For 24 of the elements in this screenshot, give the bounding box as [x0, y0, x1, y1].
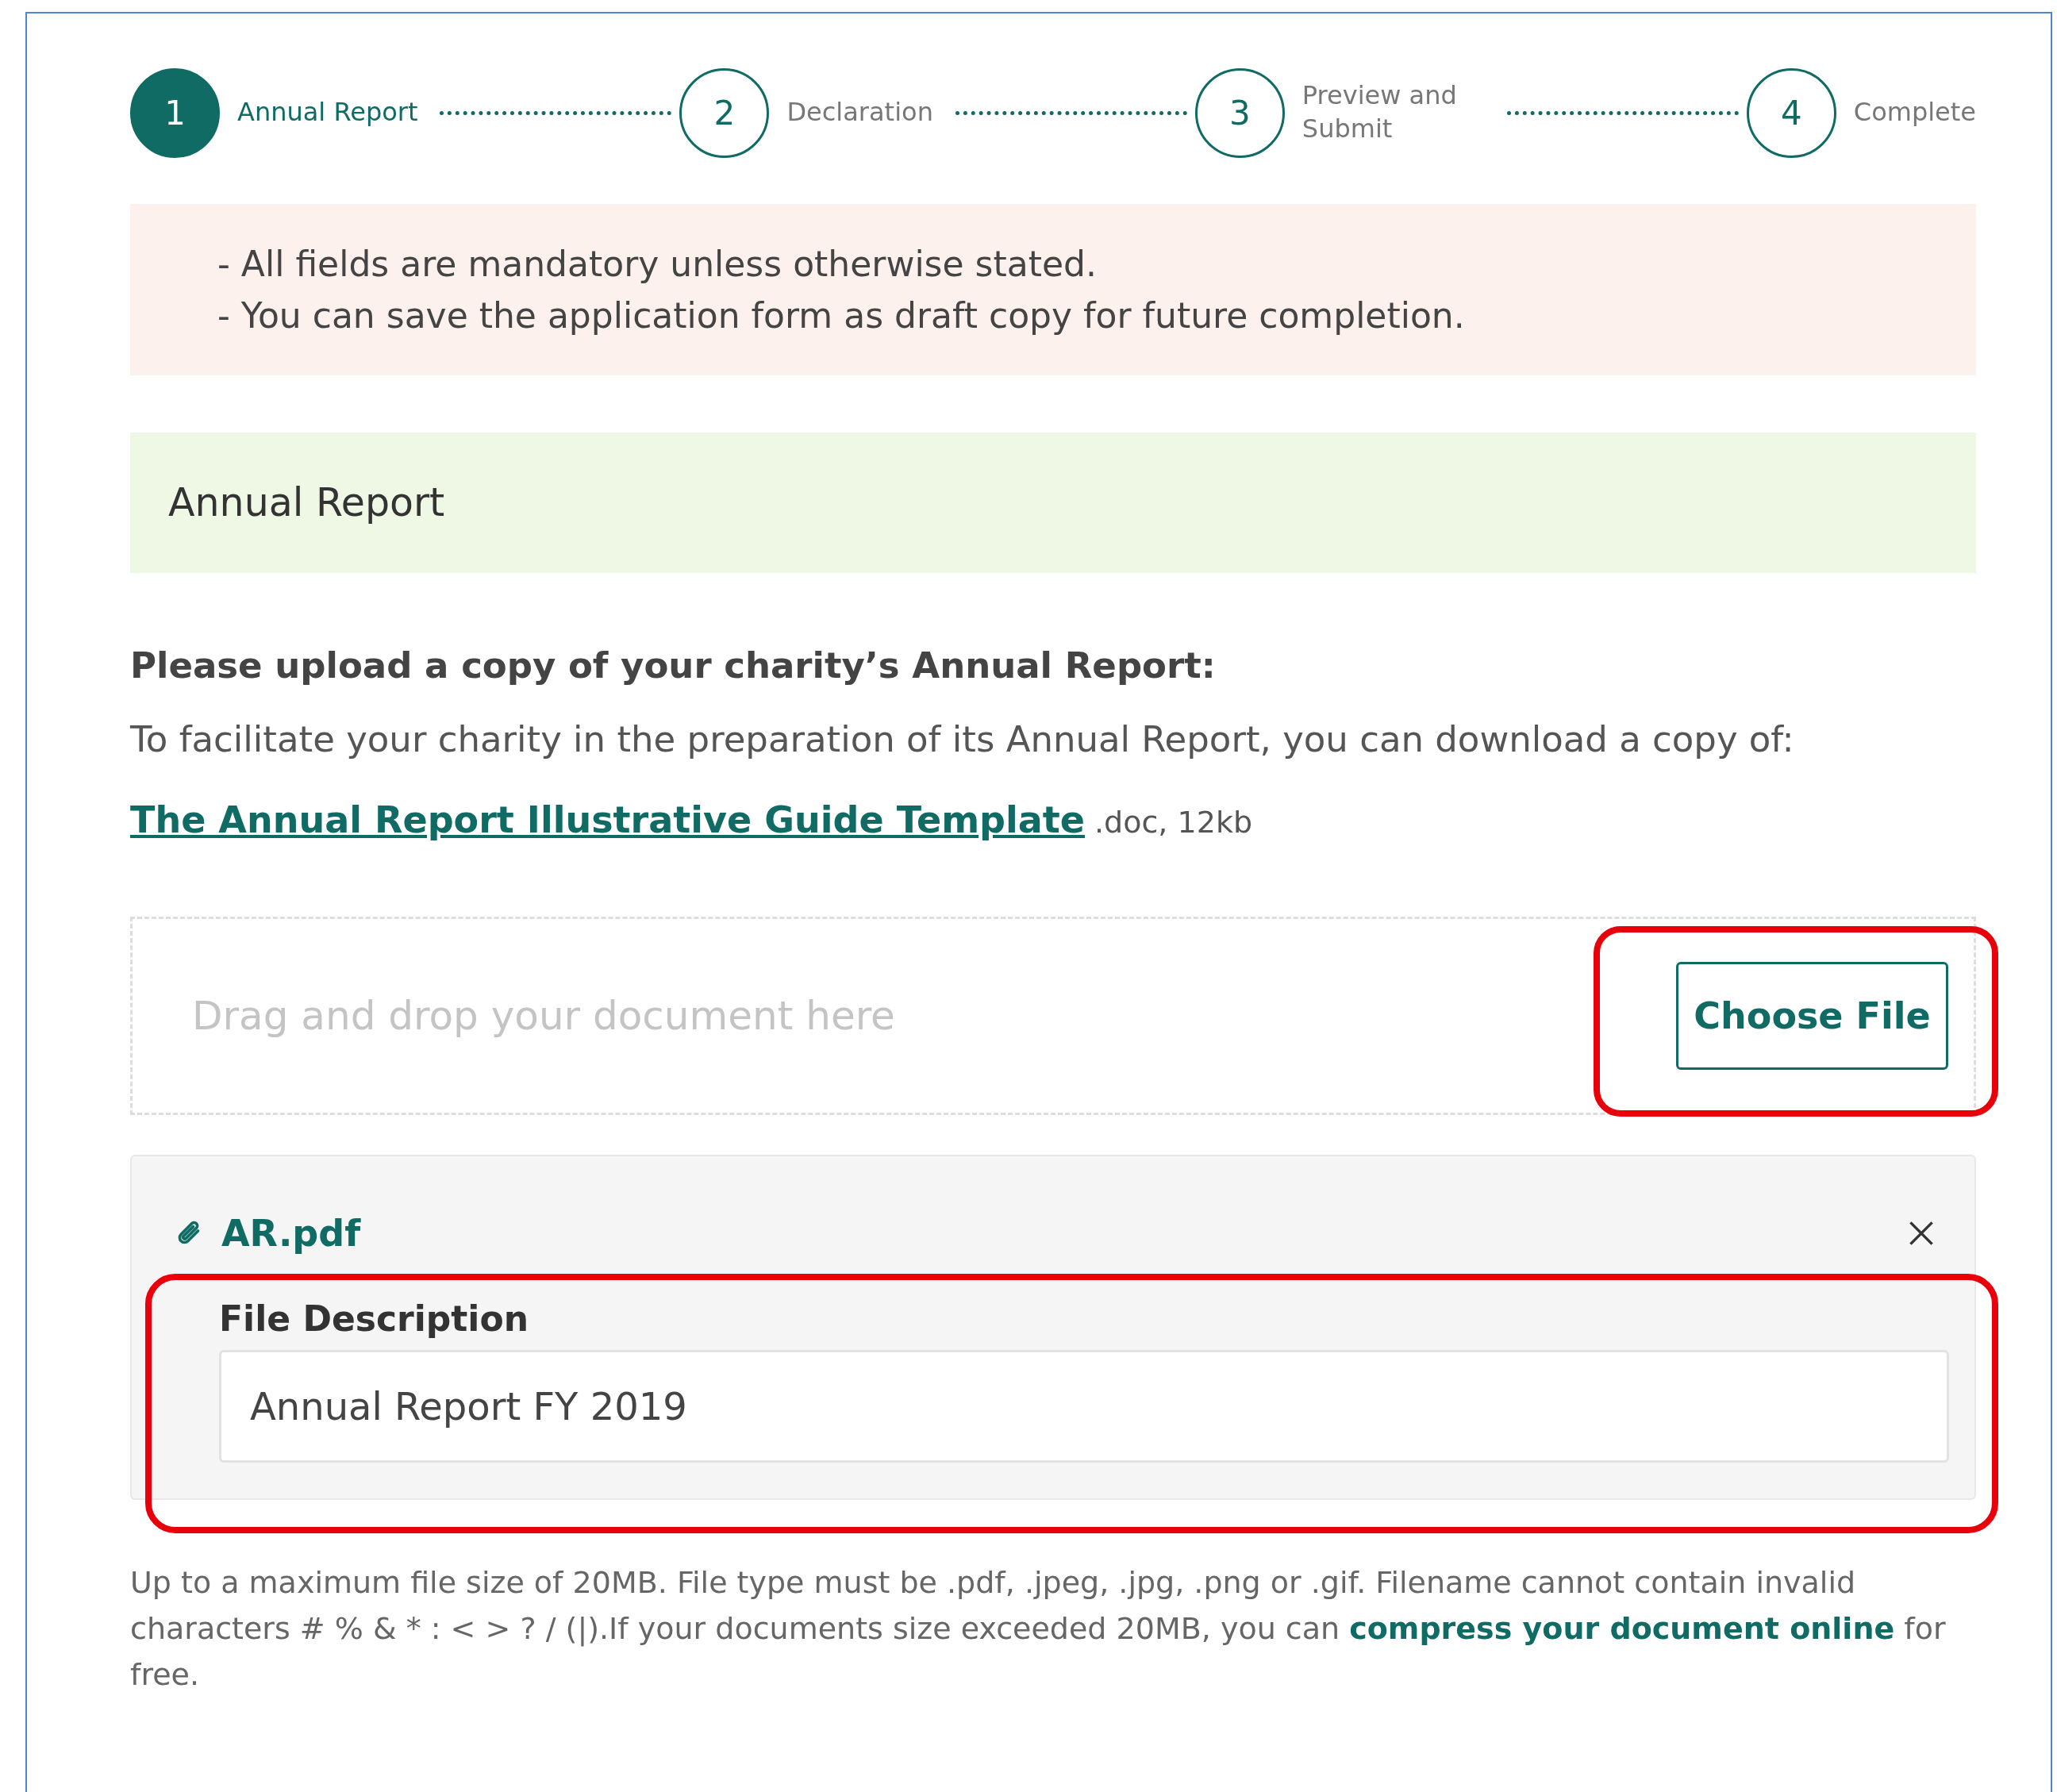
upload-prompt: Please upload a copy of your charity’s Annual Report: [130, 644, 1217, 686]
description-field[interactable]: Annual Report FY 2019 [219, 1350, 1949, 1463]
step-label[interactable]: Preview and Submit [1301, 79, 1485, 146]
step-label[interactable]: Declaration [786, 96, 933, 129]
section-heading: Annual Report [130, 433, 1976, 573]
upload-note: Up to a maximum file size of 20MB. File type must be .pdf, .jpeg, .jpg, .png or .gif. Filename cannot contain invalid characters # % & * : < > ? / (|).If your documents size exceeded 20MB, you can compress your document online for free. [130, 1564, 1947, 1694]
compress-link[interactable]: compress your document online [1349, 1611, 1895, 1646]
file-meta: .doc, 12kb [1094, 805, 1252, 840]
dropzone[interactable]: Drag and drop your document here Choose File [130, 917, 1976, 1115]
step-label[interactable]: Annual Report [237, 96, 418, 129]
notice-text: - You can save the application form as draft copy for future completion. [217, 295, 1466, 336]
close-icon[interactable] [1908, 1220, 1935, 1247]
step-number[interactable]: 1 [130, 67, 220, 158]
file-name[interactable]: AR.pdf [221, 1212, 1890, 1255]
step-number[interactable]: 4 [1746, 67, 1836, 158]
step-label[interactable]: Complete [1853, 96, 1976, 129]
dropzone-hint: Drag and drop your document here [192, 993, 895, 1039]
notice-text: - All fields are mandatory unless otherwise stated. [217, 244, 1098, 284]
choose-file-button[interactable]: Choose File [1676, 962, 1948, 1070]
step-number[interactable]: 2 [679, 67, 770, 158]
step-number[interactable]: 3 [1194, 67, 1285, 158]
field-label: File Description [219, 1298, 529, 1339]
intro-text: To facilitate your charity in the preparation of its Annual Report, you can download a copy of: [130, 718, 1795, 760]
template-link[interactable]: The Annual Report Illustrative Guide Template [130, 798, 1086, 841]
